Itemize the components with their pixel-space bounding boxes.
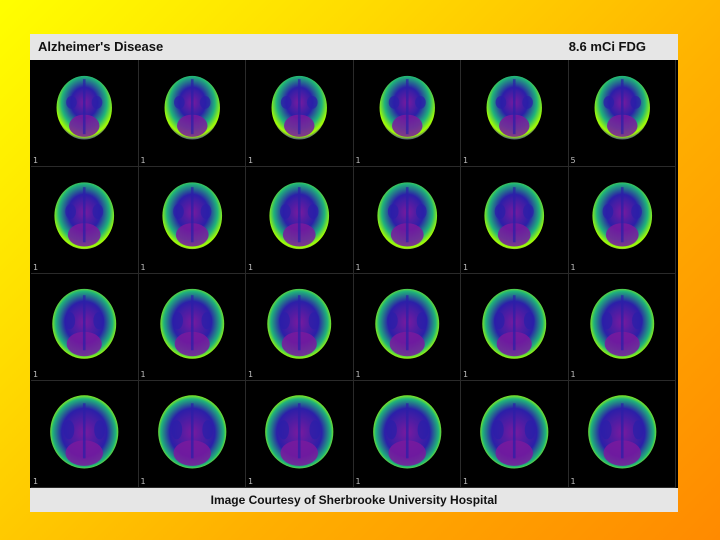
brain-slice-image [587,395,656,469]
brain-slice: 1 [31,381,139,488]
brain-slice: 1 [246,381,354,488]
brain-slice: 1 [461,381,569,488]
brain-slice-image [594,75,650,140]
brain-slice: 1 [246,274,354,381]
brain-slice: 1 [138,381,246,488]
brain-slice-image [589,288,654,359]
credit-bar: Image Courtesy of Sherbrooke University … [30,488,678,512]
slice-number-label: 1 [570,477,576,486]
slice-number-label: 1 [570,370,576,379]
slice-number-label: 1 [33,156,39,165]
brain-slice: 1 [31,60,139,167]
brain-slice-image [54,182,115,250]
slice-number-label: 1 [33,370,39,379]
brain-slice: 1 [138,60,246,167]
brain-slice-image [52,288,117,359]
image-credit: Image Courtesy of Sherbrooke University … [210,493,498,507]
slice-number-label: 1 [570,263,576,272]
figure-title: Alzheimer's Disease [38,39,164,54]
slice-number-label: 1 [463,263,469,272]
slice-number-label: 1 [33,263,39,272]
slice-number-label: 1 [140,370,146,379]
brain-slice-image [480,395,549,469]
brain-slice-image [271,75,327,140]
slice-number-label: 1 [355,477,361,486]
brain-slice: 1 [353,274,461,381]
slice-number-label: 1 [33,477,39,486]
slice-number-label: 1 [463,370,469,379]
brain-slice: 1 [353,167,461,274]
brain-slice-image [591,182,652,250]
brain-slice-image [159,288,224,359]
brain-slice: 5 [568,60,676,167]
brain-slice: 1 [353,381,461,488]
brain-slice-image [372,395,441,469]
slice-number-label: 1 [355,370,361,379]
brain-slice-image [484,182,545,250]
brain-slice: 1 [461,274,569,381]
brain-slice: 1 [568,274,676,381]
slice-number-label: 1 [463,156,469,165]
brain-slice: 1 [461,60,569,167]
brain-slice-image [379,75,435,140]
slice-number-label: 1 [248,263,254,272]
brain-slice-image [265,395,334,469]
brain-slice: 1 [246,167,354,274]
brain-slice: 1 [138,167,246,274]
slice-number-label: 1 [140,477,146,486]
brain-slice-image [269,182,330,250]
slice-number-label: 1 [355,263,361,272]
brain-slice-image [161,182,222,250]
brain-slice: 1 [246,60,354,167]
brain-slice-image [56,75,112,140]
brain-slice: 1 [31,274,139,381]
slice-number-label: 1 [463,477,469,486]
brain-slice: 1 [568,381,676,488]
brain-slice-image [376,182,437,250]
slice-number-label: 1 [248,156,254,165]
brain-slice-image [157,395,226,469]
slice-number-label: 1 [248,477,254,486]
slice-number-label: 1 [140,156,146,165]
slice-number-label: 1 [140,263,146,272]
slice-number-label: 5 [570,156,576,165]
brain-slice-image [374,288,439,359]
brain-slice-image [482,288,547,359]
brain-slice-image [164,75,220,140]
brain-slice-grid: 1 1 1 1 1 5 1 1 1 1 1 1 1 1 1 1 1 1 1 1 1 1 1 1 [31,60,676,488]
slice-number-label: 1 [248,370,254,379]
brain-slice: 1 [138,274,246,381]
brain-slice: 1 [568,167,676,274]
brain-slice-image [267,288,332,359]
brain-slice-image [486,75,542,140]
title-bar: Alzheimer's Disease 8.6 mCi FDG [30,34,678,60]
slice-number-label: 1 [355,156,361,165]
brain-slice-image [50,395,119,469]
pet-scan-figure: Alzheimer's Disease 8.6 mCi FDG 11111511… [30,34,678,512]
dose-label: 8.6 mCi FDG [568,39,646,54]
brain-slice: 1 [461,167,569,274]
brain-slice: 1 [353,60,461,167]
brain-slice: 1 [31,167,139,274]
